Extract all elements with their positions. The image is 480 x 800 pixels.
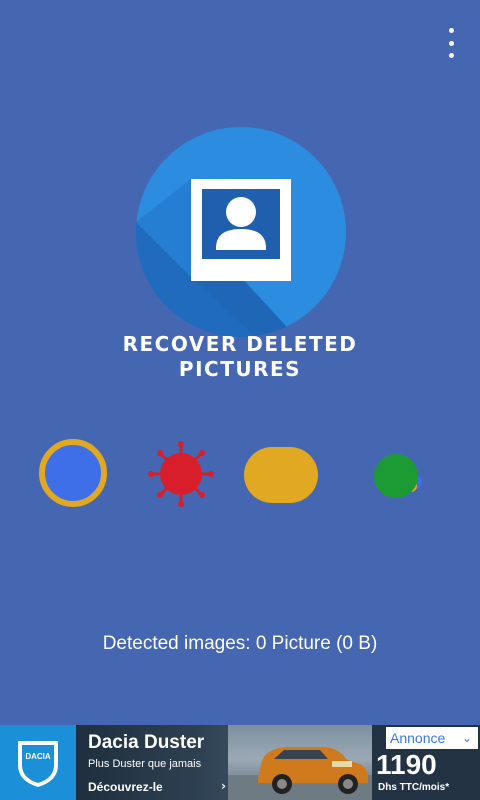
ad-price-note: Dhs TTC/mois* (378, 782, 450, 793)
loader-ring-dot (39, 439, 107, 507)
menu-dot (448, 40, 454, 46)
menu-dot (448, 28, 454, 33)
loading-indicator (0, 436, 480, 516)
app-title: RECOVER DELETED PICTURES (0, 332, 480, 382)
ad-price-panel: Annonce ⌄ 1190 Dhs TTC/mois* (372, 725, 480, 800)
detected-images-status: Detected images: 0 Picture (0 B) (102, 633, 378, 654)
ad-choices-button[interactable]: Annonce ⌄ (386, 727, 478, 749)
ad-text-panel: Dacia Duster Plus Duster que jamais Déco… (76, 725, 246, 800)
more-vertical-icon[interactable] (444, 28, 458, 58)
menu-dot (448, 53, 454, 58)
loader-pill-dot (244, 447, 318, 503)
dacia-logo: DACIA (0, 725, 76, 800)
ad-banner[interactable]: DACIA Dacia Duster Plus Duster que jamai… (0, 725, 480, 800)
chevron-down-icon: ⌄ (461, 731, 472, 745)
ad-car-image (228, 725, 388, 800)
photo-portrait-icon (191, 179, 291, 281)
ad-brand-label: DACIA (25, 752, 51, 761)
loader-green-dot (374, 454, 422, 498)
app-logo (136, 127, 346, 337)
loader-spiky-dot (148, 441, 214, 507)
ad-subtitle: Plus Duster que jamais (88, 758, 202, 770)
ad-title: Dacia Duster (88, 732, 205, 753)
ad-label: Annonce (390, 730, 446, 746)
ad-price: 1190 (376, 749, 437, 780)
ad-cta-link[interactable]: Découvrez-le (88, 780, 163, 794)
app-title-line2: PICTURES (178, 357, 302, 381)
chevron-right-icon[interactable]: › (221, 779, 226, 793)
app-title-line1: RECOVER DELETED (122, 332, 358, 356)
